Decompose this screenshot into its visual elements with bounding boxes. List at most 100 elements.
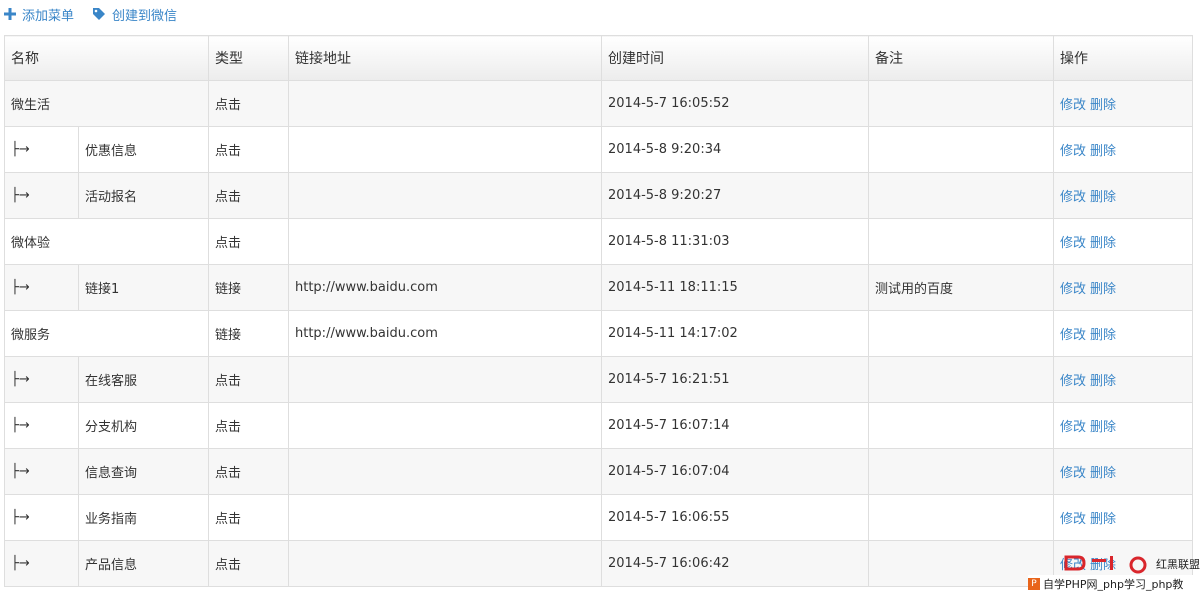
- menu-type: 点击: [208, 126, 289, 173]
- menu-note: [868, 218, 1054, 265]
- table-row: ├→ 产品信息 点击 2014-5-7 16:06:42 修改 删除: [4, 540, 1193, 587]
- edit-link[interactable]: 修改: [1060, 98, 1086, 113]
- menu-name: 链接1: [78, 264, 209, 311]
- watermark: 红黑联盟 P 自学PHP网_php学习_php教: [1028, 553, 1202, 597]
- menu-note: [868, 80, 1054, 127]
- delete-link[interactable]: 删除: [1090, 328, 1116, 343]
- menu-type: 链接: [208, 310, 289, 357]
- menu-url: http://www.baidu.com: [288, 264, 602, 311]
- menu-created-time: 2014-5-11 18:11:15: [601, 264, 869, 311]
- edit-link[interactable]: 修改: [1060, 144, 1086, 159]
- menu-name: 微生活: [4, 80, 209, 127]
- menu-actions: 修改 删除: [1053, 80, 1193, 127]
- edit-link[interactable]: 修改: [1060, 374, 1086, 389]
- delete-link[interactable]: 删除: [1090, 374, 1116, 389]
- menu-actions: 修改 删除: [1053, 494, 1193, 541]
- menu-table: 名称 类型 链接地址 创建时间 备注 操作 微生活 点击 2014-5-7 16:0…: [4, 35, 1193, 587]
- tree-prefix: ├→: [4, 172, 79, 219]
- menu-type: 点击: [208, 218, 289, 265]
- menu-actions: 修改 删除: [1053, 172, 1193, 219]
- menu-note: [868, 356, 1054, 403]
- delete-link[interactable]: 删除: [1090, 420, 1116, 435]
- menu-url: [288, 80, 602, 127]
- site-logo: [1064, 555, 1147, 574]
- menu-name: 微体验: [4, 218, 209, 265]
- plus-icon: [4, 8, 16, 20]
- table-row: 微体验 点击 2014-5-8 11:31:03 修改 删除: [4, 218, 1193, 265]
- menu-url: [288, 172, 602, 219]
- header-type: 类型: [208, 35, 289, 81]
- menu-name: 微服务: [4, 310, 209, 357]
- menu-name: 活动报名: [78, 172, 209, 219]
- menu-type: 链接: [208, 264, 289, 311]
- menu-url: [288, 402, 602, 449]
- edit-link[interactable]: 修改: [1060, 466, 1086, 481]
- menu-table-container: 名称 类型 链接地址 创建时间 备注 操作 微生活 点击 2014-5-7 16:0…: [4, 35, 1193, 587]
- menu-created-time: 2014-5-7 16:07:04: [601, 448, 869, 495]
- table-row: ├→ 信息查询 点击 2014-5-7 16:07:04 修改 删除: [4, 448, 1193, 495]
- header-name: 名称: [4, 35, 209, 81]
- menu-url: [288, 540, 602, 587]
- header-url: 链接地址: [288, 35, 602, 81]
- menu-note: [868, 172, 1054, 219]
- table-row: ├→ 链接1 链接 http://www.baidu.com 2014-5-11 18:…: [4, 264, 1193, 311]
- create-wechat-button[interactable]: 创建到微信: [92, 5, 177, 24]
- menu-note: [868, 402, 1054, 449]
- menu-type: 点击: [208, 356, 289, 403]
- menu-actions: 修改 删除: [1053, 264, 1193, 311]
- menu-created-time: 2014-5-7 16:06:42: [601, 540, 869, 587]
- menu-name: 业务指南: [78, 494, 209, 541]
- table-row: ├→ 分支机构 点击 2014-5-7 16:07:14 修改 删除: [4, 402, 1193, 449]
- edit-link[interactable]: 修改: [1060, 190, 1086, 205]
- delete-link[interactable]: 删除: [1090, 98, 1116, 113]
- table-header-row: 名称 类型 链接地址 创建时间 备注 操作: [4, 35, 1193, 81]
- menu-type: 点击: [208, 402, 289, 449]
- menu-note: 测试用的百度: [868, 264, 1054, 311]
- menu-url: http://www.baidu.com: [288, 310, 602, 357]
- menu-type: 点击: [208, 80, 289, 127]
- menu-actions: 修改 删除: [1053, 448, 1193, 495]
- menu-created-time: 2014-5-8 9:20:34: [601, 126, 869, 173]
- menu-created-time: 2014-5-7 16:21:51: [601, 356, 869, 403]
- menu-name: 优惠信息: [78, 126, 209, 173]
- menu-actions: 修改 删除: [1053, 126, 1193, 173]
- tree-prefix: ├→: [4, 264, 79, 311]
- menu-url: [288, 356, 602, 403]
- add-menu-button[interactable]: 添加菜单: [4, 5, 74, 24]
- menu-note: [868, 310, 1054, 357]
- edit-link[interactable]: 修改: [1060, 282, 1086, 297]
- menu-actions: 修改 删除: [1053, 402, 1193, 449]
- header-created: 创建时间: [601, 35, 869, 81]
- menu-actions: 修改 删除: [1053, 356, 1193, 403]
- menu-url: [288, 448, 602, 495]
- edit-link[interactable]: 修改: [1060, 420, 1086, 435]
- menu-actions: 修改 删除: [1053, 218, 1193, 265]
- toolbar: 添加菜单 创建到微信: [4, 0, 177, 28]
- table-body: 微生活 点击 2014-5-7 16:05:52 修改 删除 ├→ 优惠信息 点击 2014-5…: [4, 80, 1193, 587]
- menu-created-time: 2014-5-7 16:06:55: [601, 494, 869, 541]
- create-wechat-label: 创建到微信: [112, 8, 178, 24]
- edit-link[interactable]: 修改: [1060, 236, 1086, 251]
- table-row: ├→ 业务指南 点击 2014-5-7 16:06:55 修改 删除: [4, 494, 1193, 541]
- menu-note: [868, 126, 1054, 173]
- menu-type: 点击: [208, 448, 289, 495]
- delete-link[interactable]: 删除: [1090, 190, 1116, 205]
- delete-link[interactable]: 删除: [1090, 144, 1116, 159]
- tree-prefix: ├→: [4, 402, 79, 449]
- delete-link[interactable]: 删除: [1090, 466, 1116, 481]
- tree-prefix: ├→: [4, 126, 79, 173]
- menu-created-time: 2014-5-11 14:17:02: [601, 310, 869, 357]
- watermark-site-name: 红黑联盟: [1156, 558, 1200, 571]
- menu-url: [288, 126, 602, 173]
- delete-link[interactable]: 删除: [1090, 236, 1116, 251]
- menu-created-time: 2014-5-8 11:31:03: [601, 218, 869, 265]
- edit-link[interactable]: 修改: [1060, 328, 1086, 343]
- delete-link[interactable]: 删除: [1090, 282, 1116, 297]
- delete-link[interactable]: 删除: [1090, 512, 1116, 527]
- menu-note: [868, 494, 1054, 541]
- menu-type: 点击: [208, 172, 289, 219]
- header-actions: 操作: [1053, 35, 1193, 81]
- edit-link[interactable]: 修改: [1060, 512, 1086, 527]
- tree-prefix: ├→: [4, 356, 79, 403]
- menu-name: 产品信息: [78, 540, 209, 587]
